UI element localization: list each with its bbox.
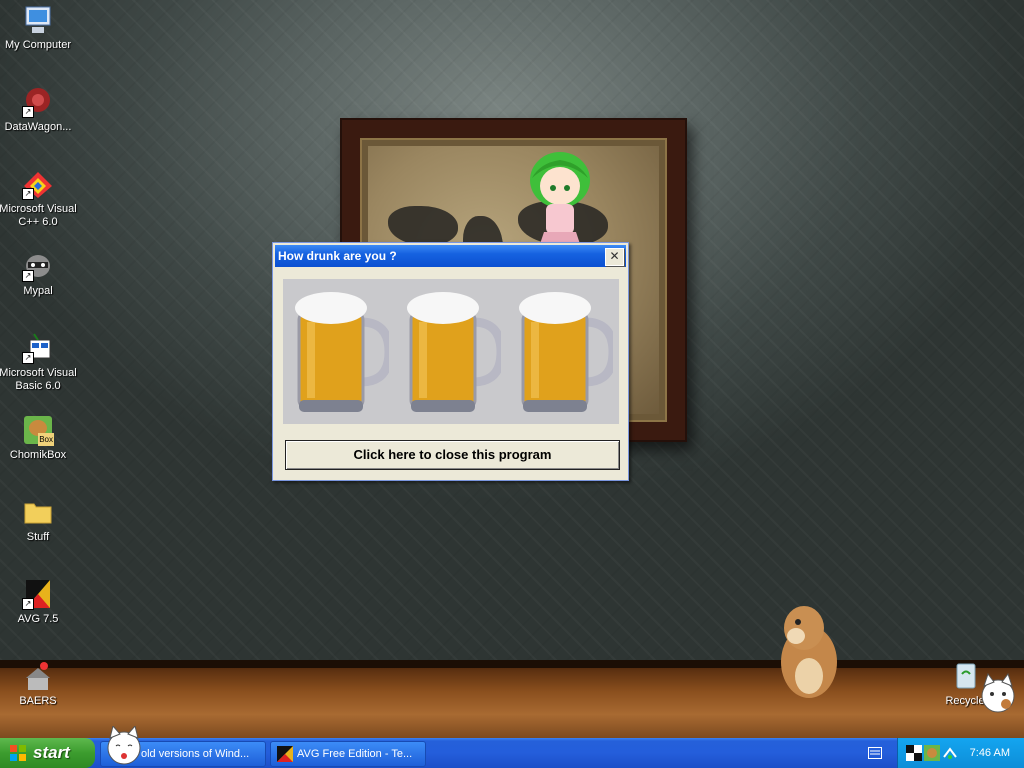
baers-icon xyxy=(22,660,54,692)
visual-cpp-icon: ↗ xyxy=(22,168,54,200)
datawagon-icon: ↗ xyxy=(22,86,54,118)
icon-label: AVG 7.5 xyxy=(17,613,59,625)
drunk-dialog-window: How drunk are you ? ✕ Click here to clos… xyxy=(272,242,629,481)
close-icon: ✕ xyxy=(609,249,620,263)
computer-icon xyxy=(22,4,54,36)
desktop-icon-datawagon[interactable]: ↗ DataWagon... xyxy=(0,86,78,134)
desktop-icon-avg[interactable]: ↗ AVG 7.5 xyxy=(0,578,78,626)
hamster-sticker xyxy=(781,606,837,698)
dialog-titlebar[interactable]: How drunk are you ? ✕ xyxy=(275,245,626,267)
keyboard-icon[interactable] xyxy=(868,747,882,759)
shortcut-arrow-icon: ↗ xyxy=(22,598,34,610)
dialog-title: How drunk are you ? xyxy=(278,249,397,263)
chomikbox-badge: Box xyxy=(38,433,54,446)
folder-icon xyxy=(22,496,54,528)
desktop-icon-mypal[interactable]: ↗ Mypal xyxy=(0,250,78,298)
shortcut-arrow-icon: ↗ xyxy=(22,106,34,118)
desktop-icon-visual-basic[interactable]: ↗ Microsoft Visual Basic 6.0 xyxy=(0,332,78,393)
icon-label: Microsoft Visual C++ 6.0 xyxy=(0,203,77,228)
raccoon-icon: ↗ xyxy=(22,250,54,282)
network-tray-icon[interactable] xyxy=(942,745,958,761)
chomikbox-tray-icon[interactable] xyxy=(924,745,940,761)
taskbar-clock[interactable]: 7:46 AM xyxy=(970,738,1010,768)
system-tray: 7:46 AM xyxy=(897,738,1024,768)
cat-sticker xyxy=(981,672,1015,713)
start-label: start xyxy=(33,743,70,762)
avg-tray-icon[interactable] xyxy=(906,745,922,761)
hamster-box-icon: Box xyxy=(22,414,54,446)
start-button[interactable]: start xyxy=(0,738,95,768)
beer-mug-icon xyxy=(295,291,389,412)
shortcut-arrow-icon: ↗ xyxy=(22,270,34,282)
icon-label: My Computer xyxy=(4,39,72,51)
icon-label: Stuff xyxy=(26,531,50,543)
avg-icon xyxy=(277,746,293,762)
icon-label: BAERS xyxy=(19,695,57,707)
icon-label: Mypal xyxy=(23,285,53,297)
desktop-icon-my-computer[interactable]: My Computer xyxy=(0,4,78,52)
desktop-icon-stuff[interactable]: Stuff xyxy=(0,496,78,544)
icon-label: ChomikBox xyxy=(9,449,67,461)
beer-mug-icon xyxy=(519,291,613,412)
icon-label: Microsoft Visual Basic 6.0 xyxy=(0,367,77,392)
shortcut-arrow-icon: ↗ xyxy=(22,188,34,200)
close-button[interactable]: ✕ xyxy=(605,248,624,266)
wallpaper-floor xyxy=(0,660,1024,738)
shortcut-arrow-icon: ↗ xyxy=(22,352,34,364)
icon-label: DataWagon... xyxy=(4,121,72,133)
visual-basic-icon: ↗ xyxy=(22,332,54,364)
lucky-cat-sticker xyxy=(107,726,141,765)
desktop-icon-visual-cpp[interactable]: ↗ Microsoft Visual C++ 6.0 xyxy=(0,168,78,229)
close-program-button[interactable]: Click here to close this program xyxy=(285,440,620,470)
beer-mug-icon xyxy=(407,291,501,412)
taskbar: start old versions of Wind... AVG Free E… xyxy=(0,738,1024,768)
desktop-icon-baers[interactable]: BAERS xyxy=(0,660,78,708)
avg-icon: ↗ xyxy=(22,578,54,610)
beer-image-panel xyxy=(283,279,619,424)
desktop-icon-chomikbox[interactable]: Box ChomikBox xyxy=(0,414,78,462)
taskbar-button-avg[interactable]: AVG Free Edition - Te... xyxy=(270,741,426,767)
windows-logo-icon xyxy=(10,745,26,761)
